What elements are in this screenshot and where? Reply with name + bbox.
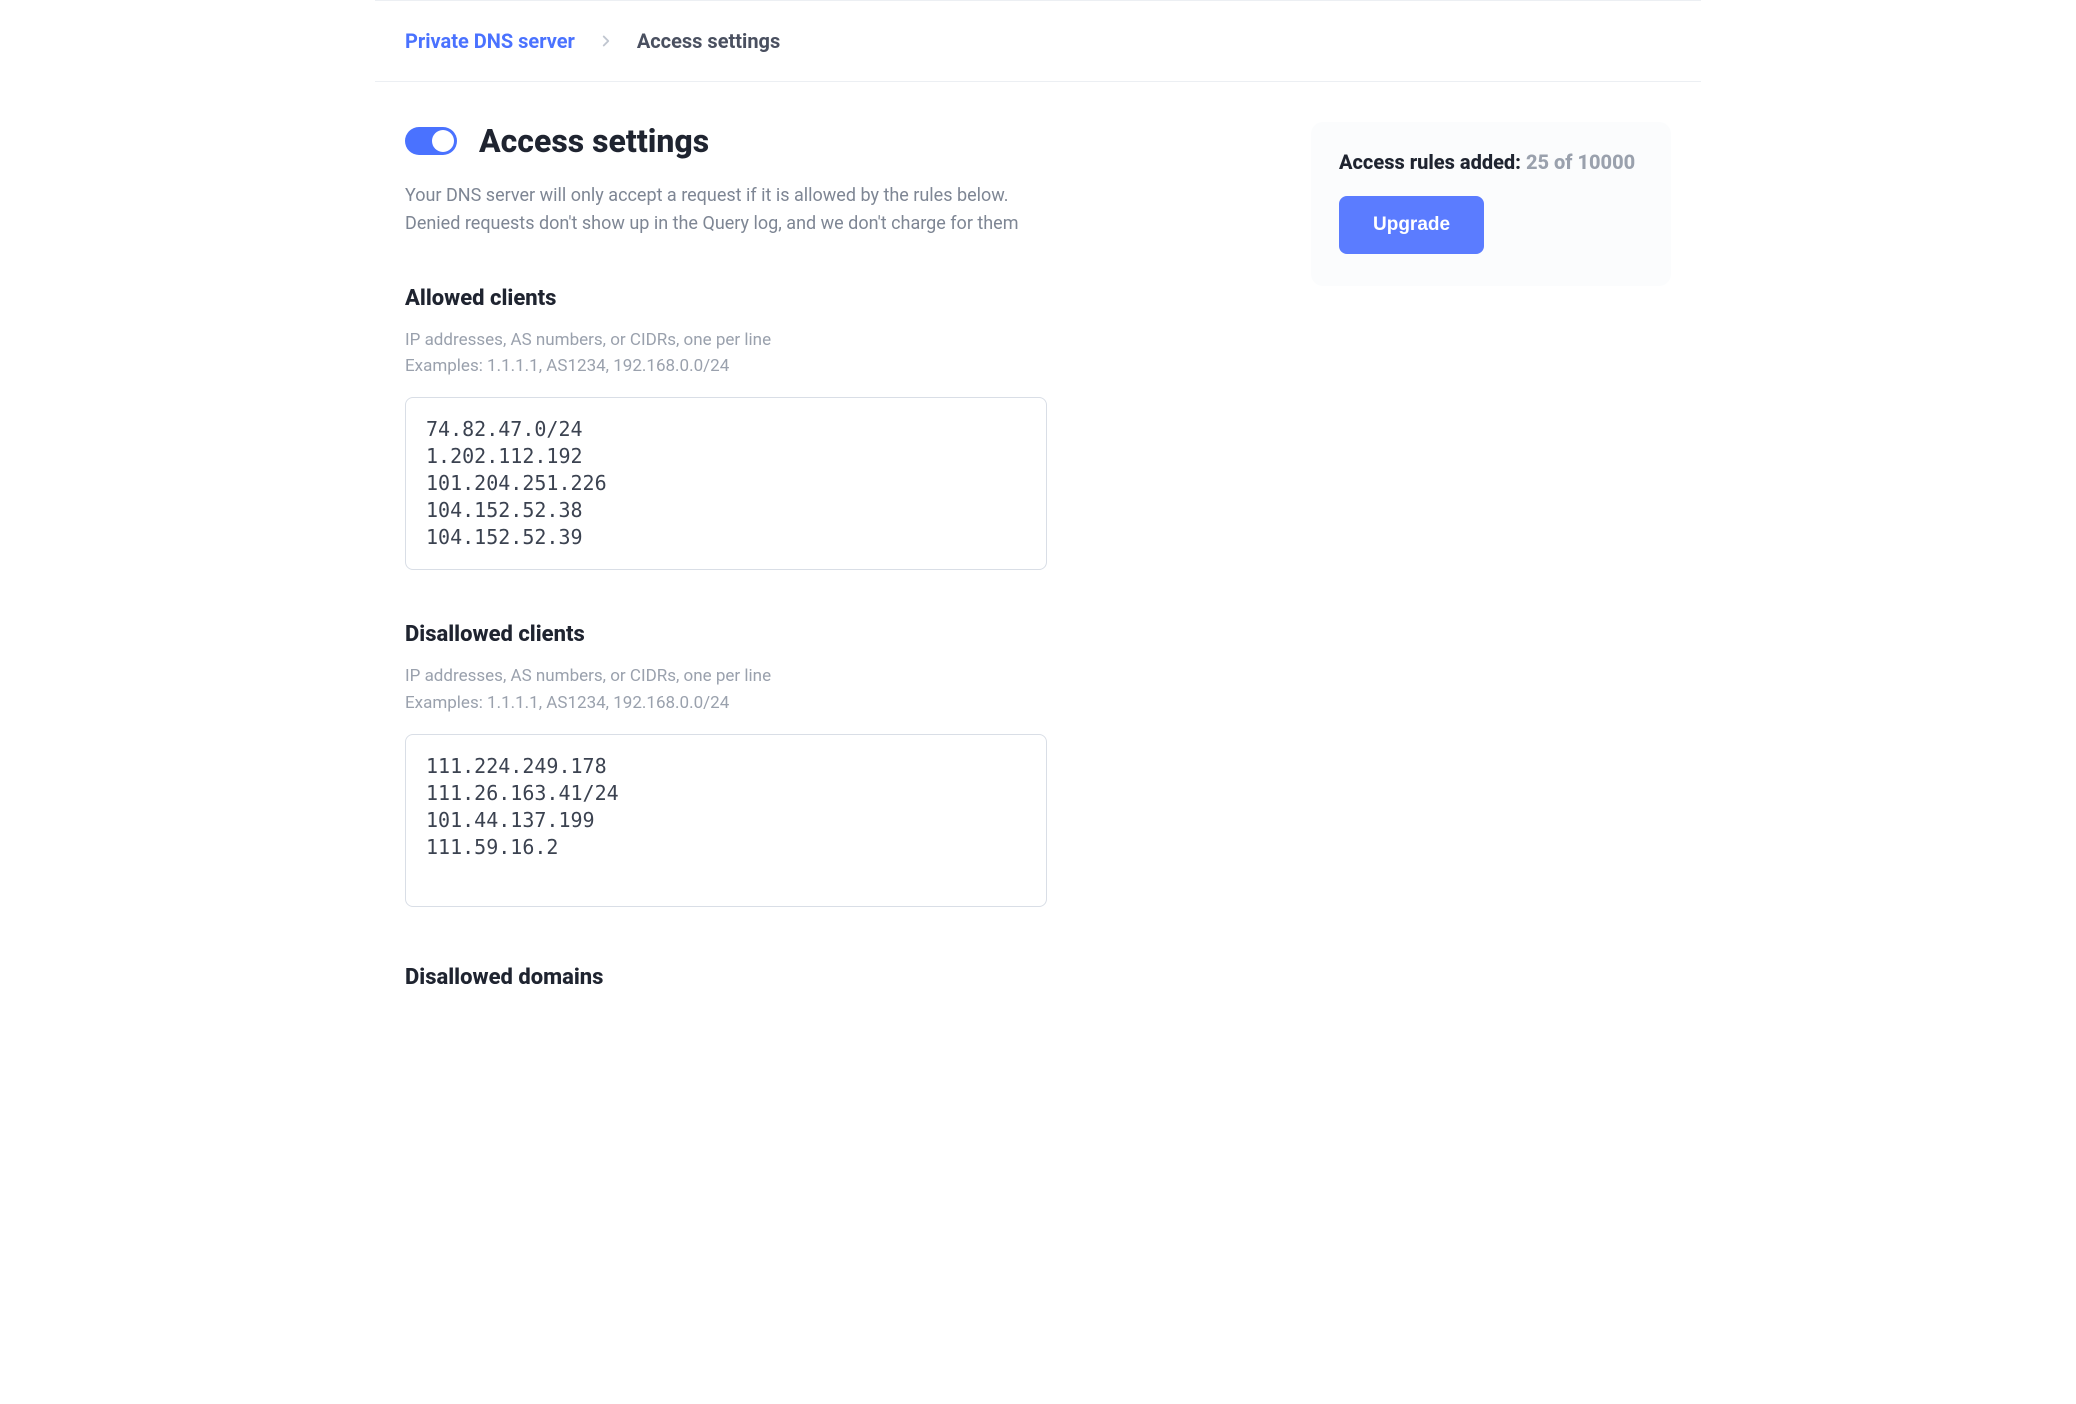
breadcrumb-root-link[interactable]: Private DNS server [405, 29, 575, 53]
toggle-thumb [432, 130, 454, 152]
breadcrumb: Private DNS server Access settings [375, 0, 1701, 82]
disallowed-domains-title: Disallowed domains [405, 965, 1271, 990]
disallowed-clients-hint: IP addresses, AS numbers, or CIDRs, one … [405, 663, 1271, 716]
sidebar-card: Access rules added: 25 of 10000 Upgrade [1311, 122, 1671, 286]
rules-counter-value: 25 of 10000 [1526, 150, 1635, 174]
chevron-right-icon [597, 32, 615, 50]
allowed-clients-textarea[interactable] [405, 397, 1047, 570]
rules-counter: Access rules added: 25 of 10000 [1339, 150, 1643, 174]
rules-counter-label: Access rules added: [1339, 150, 1526, 174]
allowed-clients-title: Allowed clients [405, 286, 1271, 311]
disallowed-clients-textarea[interactable] [405, 734, 1047, 907]
upgrade-button[interactable]: Upgrade [1339, 196, 1484, 254]
access-settings-toggle[interactable] [405, 127, 457, 155]
breadcrumb-current: Access settings [637, 29, 780, 53]
page-description: Your DNS server will only accept a reque… [405, 182, 1085, 238]
allowed-clients-hint: IP addresses, AS numbers, or CIDRs, one … [405, 327, 1271, 380]
page-title: Access settings [479, 122, 709, 160]
disallowed-clients-title: Disallowed clients [405, 622, 1271, 647]
